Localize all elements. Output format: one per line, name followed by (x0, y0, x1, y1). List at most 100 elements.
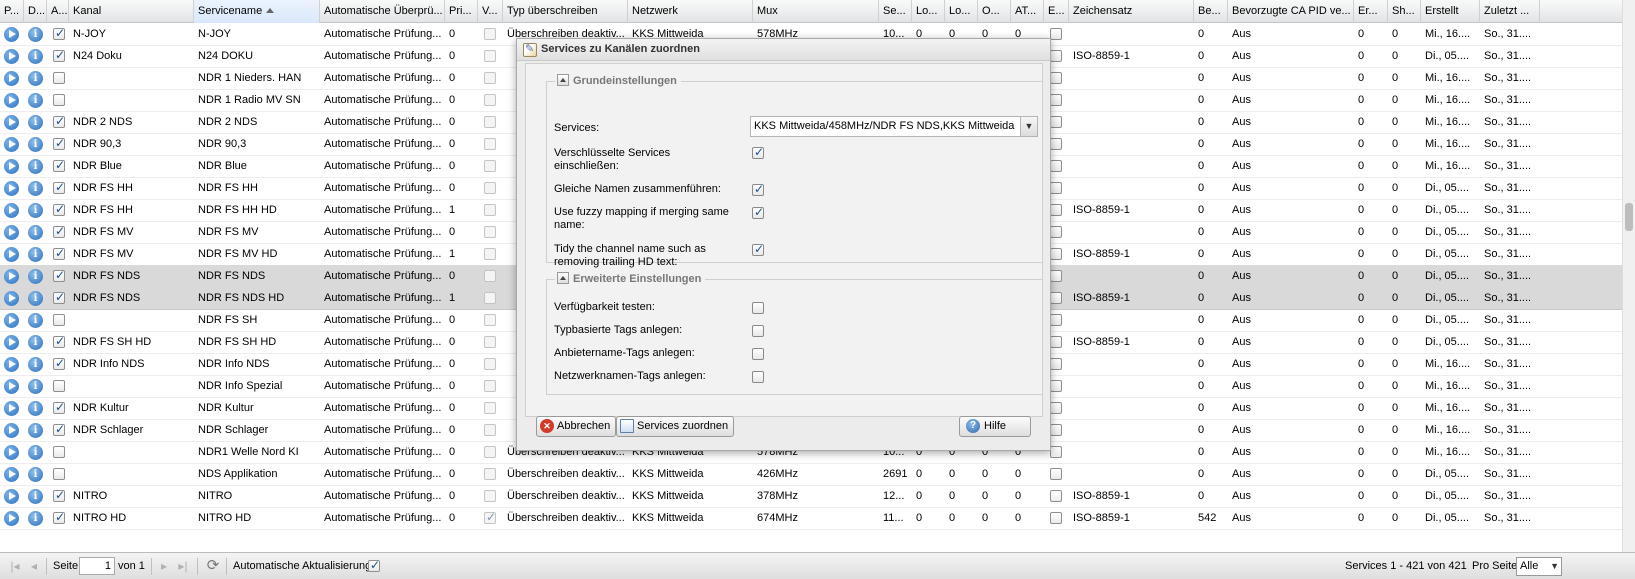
play-icon[interactable] (4, 467, 19, 482)
encrypted-checkbox[interactable] (1050, 512, 1062, 524)
info-icon[interactable]: i (28, 93, 43, 108)
info-icon[interactable]: i (28, 511, 43, 526)
assign-services-button[interactable]: Services zuordnen (616, 416, 735, 437)
info-icon[interactable]: i (28, 71, 43, 86)
column-header-info[interactable]: D... (24, 0, 47, 23)
info-icon[interactable]: i (28, 445, 43, 460)
column-header-atsc[interactable]: AT... (1011, 0, 1044, 23)
info-icon[interactable]: i (28, 489, 43, 504)
info-icon[interactable]: i (28, 159, 43, 174)
enabled-checkbox[interactable] (53, 246, 65, 260)
info-icon[interactable]: i (28, 401, 43, 416)
play-icon[interactable] (4, 71, 19, 86)
advanced-settings-legend[interactable]: Erweiterte Einstellungen (555, 272, 706, 287)
first-page-icon[interactable]: |◂ (8, 559, 22, 573)
column-header-charset[interactable]: Zeichensatz (1069, 0, 1194, 23)
info-icon[interactable]: i (28, 269, 43, 284)
play-icon[interactable] (4, 159, 19, 174)
enabled-checkbox[interactable] (53, 446, 65, 458)
encrypted-checkbox[interactable] (1050, 94, 1062, 106)
per-page-select[interactable]: Alle ▼ (1516, 557, 1562, 576)
encrypted-checkbox[interactable] (1050, 358, 1062, 370)
column-header-created[interactable]: Erstellt (1421, 0, 1480, 23)
type-tags-checkbox[interactable] (752, 325, 764, 337)
play-icon[interactable] (4, 401, 19, 416)
check-availability-checkbox[interactable] (752, 302, 764, 314)
encrypted-checkbox[interactable] (1050, 182, 1062, 194)
enabled-checkbox[interactable] (53, 158, 65, 172)
column-header-bouquet[interactable]: Be... (1194, 0, 1228, 23)
play-icon[interactable] (4, 511, 19, 526)
info-icon[interactable]: i (28, 137, 43, 152)
merge-checkbox[interactable] (752, 182, 764, 196)
play-icon[interactable] (4, 137, 19, 152)
help-button[interactable]: ? Hilfe (959, 416, 1031, 437)
provider-tags-checkbox[interactable] (752, 348, 764, 360)
column-header-last-seen[interactable]: Zuletzt ... (1480, 0, 1540, 23)
play-icon[interactable] (4, 247, 19, 262)
info-icon[interactable]: i (28, 27, 43, 42)
info-icon[interactable]: i (28, 181, 43, 196)
play-icon[interactable] (4, 335, 19, 350)
info-icon[interactable]: i (28, 115, 43, 130)
play-icon[interactable] (4, 269, 19, 284)
enabled-checkbox[interactable] (53, 94, 65, 106)
encrypted-checkbox[interactable] (1050, 204, 1062, 216)
info-icon[interactable]: i (28, 379, 43, 394)
column-header-play[interactable]: P... (0, 0, 24, 23)
encrypted-checkbox[interactable] (1050, 490, 1062, 502)
play-icon[interactable] (4, 379, 19, 394)
encrypted-checkbox[interactable] (1050, 292, 1062, 304)
column-header-local-1[interactable]: Lo... (912, 0, 945, 23)
info-icon[interactable]: i (28, 49, 43, 64)
enabled-checkbox[interactable] (53, 314, 65, 326)
network-tags-checkbox[interactable] (752, 371, 764, 383)
column-header-sid[interactable]: Se... (879, 0, 912, 23)
dialog-title-bar[interactable]: Services zu Kanälen zuordnen (517, 39, 1050, 61)
table-row[interactable]: i NITRO HD NITRO HD Automatische Prüfung...… (0, 507, 1622, 530)
play-icon[interactable] (4, 203, 19, 218)
enabled-checkbox[interactable] (53, 422, 65, 436)
play-icon[interactable] (4, 357, 19, 372)
column-header-local-2[interactable]: Lo... (945, 0, 978, 23)
encrypted-checkbox[interactable] (1050, 50, 1062, 62)
column-header-preferred-ca-pid[interactable]: Bevorzugte CA PID ve... (1228, 0, 1354, 23)
encrypted-checkbox[interactable] (1050, 402, 1062, 414)
prev-page-icon[interactable]: ◂ (27, 559, 41, 573)
enabled-checkbox[interactable] (53, 26, 65, 40)
play-icon[interactable] (4, 49, 19, 64)
encrypted-checkbox[interactable] (1050, 424, 1062, 436)
column-header-active[interactable]: A... (47, 0, 69, 23)
collapse-icon[interactable] (557, 74, 569, 86)
encrypted-checkbox[interactable] (1050, 446, 1062, 458)
play-icon[interactable] (4, 181, 19, 196)
info-icon[interactable]: i (28, 225, 43, 240)
column-header-priority[interactable]: Pri... (445, 0, 478, 23)
basic-settings-legend[interactable]: Grundeinstellungen (555, 74, 681, 89)
info-icon[interactable]: i (28, 335, 43, 350)
column-header-auto-check[interactable]: Automatische Überprü... (320, 0, 445, 23)
info-icon[interactable]: i (28, 291, 43, 306)
info-icon[interactable]: i (28, 357, 43, 372)
encrypted-checkbox[interactable] (1050, 116, 1062, 128)
column-header-other[interactable]: O... (978, 0, 1011, 23)
encrypted-checkbox[interactable] (1050, 138, 1062, 150)
encrypted-checkbox[interactable] (1050, 248, 1062, 260)
tidy-checkbox[interactable] (752, 242, 764, 256)
column-header-network[interactable]: Netzwerk (628, 0, 753, 23)
grid-vertical-scrollbar[interactable] (1622, 0, 1635, 552)
chevron-down-icon[interactable]: ▼ (1020, 117, 1037, 136)
enabled-checkbox[interactable] (53, 334, 65, 348)
play-icon[interactable] (4, 489, 19, 504)
info-icon[interactable]: i (28, 467, 43, 482)
enabled-checkbox[interactable] (53, 202, 65, 216)
play-icon[interactable] (4, 225, 19, 240)
enabled-checkbox[interactable] (53, 400, 65, 414)
encrypted-checkbox[interactable] (1050, 380, 1062, 392)
encrypted-checkbox[interactable] (1050, 160, 1062, 172)
fuzzy-checkbox[interactable] (752, 205, 764, 219)
last-page-icon[interactable]: ▸| (176, 559, 190, 573)
encrypted-checkbox[interactable] (1050, 226, 1062, 238)
encrypted-checkbox[interactable] (1050, 336, 1062, 348)
encrypted-checkbox[interactable] (1050, 468, 1062, 480)
